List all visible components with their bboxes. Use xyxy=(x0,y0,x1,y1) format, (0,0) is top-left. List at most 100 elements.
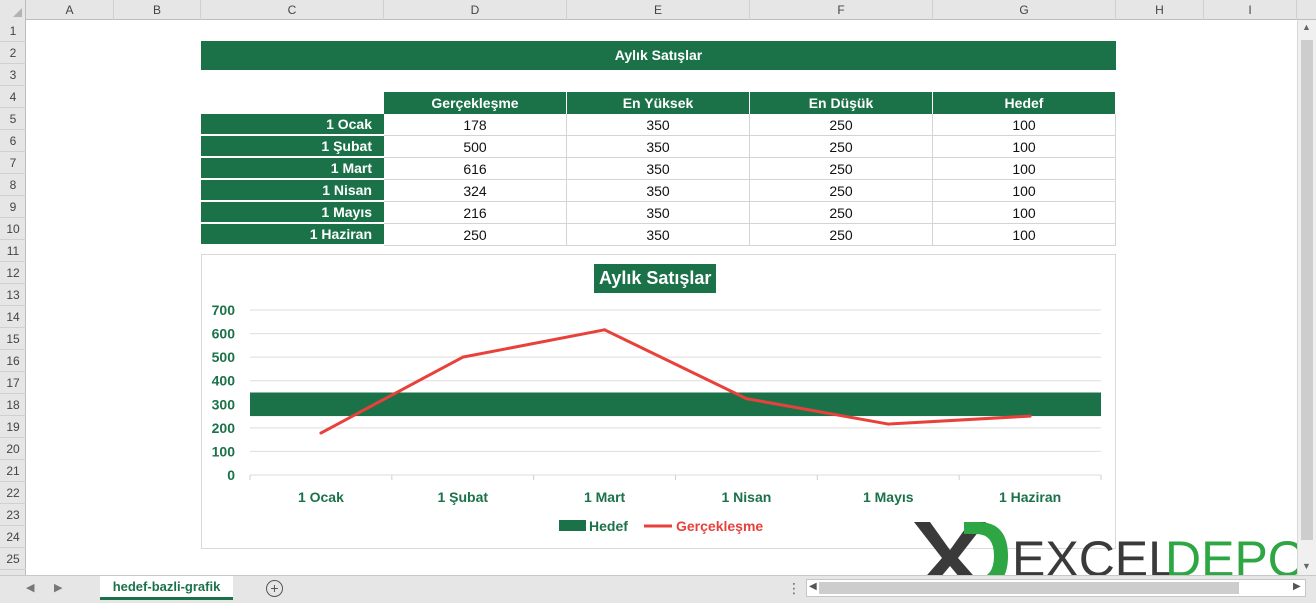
select-all-button[interactable] xyxy=(0,0,26,20)
table-cell[interactable]: 100 xyxy=(933,202,1116,224)
data-point[interactable] xyxy=(886,422,890,426)
row-header-9[interactable]: 9 xyxy=(0,196,26,218)
row-header-18[interactable]: 18 xyxy=(0,394,26,416)
row-header-8[interactable]: 8 xyxy=(0,174,26,196)
row-header-5[interactable]: 5 xyxy=(0,108,26,130)
sheet-tab-hedef-bazli-grafik[interactable]: hedef-bazli-grafik xyxy=(100,576,233,600)
table-cell[interactable]: 250 xyxy=(750,202,933,224)
row-header-17[interactable]: 17 xyxy=(0,372,26,394)
sheet-tab-bar: ◀ ▶ hedef-bazli-grafik + ⋮ ◀ ▶ xyxy=(0,575,1316,603)
row-label[interactable]: 1 Ocak xyxy=(201,114,384,135)
add-sheet-button[interactable]: + xyxy=(266,580,283,597)
table-cell[interactable]: 100 xyxy=(933,224,1116,246)
row-header-bar: 1 2 3 4 5 6 7 8 9 10 11 12 13 14 15 16 17 18 19 20 21 22 23 24 2… xyxy=(0,20,26,575)
header-gerceklesme[interactable]: Gerçekleşme xyxy=(384,92,567,114)
scroll-down-icon[interactable]: ▼ xyxy=(1302,561,1311,571)
table-cell[interactable]: 250 xyxy=(750,224,933,246)
data-point[interactable] xyxy=(603,328,607,332)
table-cell[interactable]: 100 xyxy=(933,180,1116,202)
table-cell[interactable]: 100 xyxy=(933,114,1116,136)
row-header-1[interactable]: 1 xyxy=(0,20,26,42)
table-cell[interactable]: 250 xyxy=(750,114,933,136)
sheet-title-cell[interactable]: Aylık Satışlar xyxy=(201,41,1116,70)
row-header-15[interactable]: 15 xyxy=(0,328,26,350)
column-header-h[interactable]: H xyxy=(1116,0,1204,20)
table-cell[interactable]: 100 xyxy=(933,136,1116,158)
table-cell[interactable]: 250 xyxy=(750,136,933,158)
header-en-yuksek[interactable]: En Yüksek xyxy=(567,92,750,114)
column-header-g[interactable]: G xyxy=(933,0,1116,20)
table-cell[interactable]: 350 xyxy=(567,180,750,202)
row-header-4[interactable]: 4 xyxy=(0,86,26,108)
next-sheet-icon[interactable]: ▶ xyxy=(54,581,62,594)
row-header-23[interactable]: 23 xyxy=(0,504,26,526)
sales-chart[interactable]: Aylık Satışlar 0 100 200 300 400 500 600 700 1 O… xyxy=(201,254,1116,549)
scroll-up-icon[interactable]: ▲ xyxy=(1302,22,1311,32)
row-header-12[interactable]: 12 xyxy=(0,262,26,284)
row-header-2[interactable]: 2 xyxy=(0,42,26,64)
row-header-3[interactable]: 3 xyxy=(0,64,26,86)
table-cell[interactable]: 616 xyxy=(384,158,567,180)
row-label[interactable]: 1 Şubat xyxy=(201,136,384,157)
data-point[interactable] xyxy=(1028,414,1032,418)
row-label[interactable]: 1 Nisan xyxy=(201,180,384,201)
header-hedef[interactable]: Hedef xyxy=(933,92,1116,114)
table-cell[interactable]: 250 xyxy=(750,180,933,202)
row-header-21[interactable]: 21 xyxy=(0,460,26,482)
column-header-b[interactable]: B xyxy=(114,0,201,20)
row-label[interactable]: 1 Mayıs xyxy=(201,202,384,223)
data-point[interactable] xyxy=(744,397,748,401)
row-header-24[interactable]: 24 xyxy=(0,526,26,548)
row-header-6[interactable]: 6 xyxy=(0,130,26,152)
row-header-22[interactable]: 22 xyxy=(0,482,26,504)
row-header-13[interactable]: 13 xyxy=(0,284,26,306)
y-tick-label: 0 xyxy=(227,467,235,483)
y-tick-label: 200 xyxy=(212,420,236,436)
scroll-left-icon[interactable]: ◀ xyxy=(809,581,817,592)
legend-swatch-hedef xyxy=(559,520,586,531)
table-cell[interactable]: 324 xyxy=(384,180,567,202)
tab-options-icon[interactable]: ⋮ xyxy=(787,580,801,597)
horizontal-scrollbar[interactable]: ◀ ▶ xyxy=(806,579,1306,597)
horizontal-scroll-thumb[interactable] xyxy=(819,582,1239,594)
vertical-scroll-thumb[interactable] xyxy=(1301,40,1313,540)
vertical-scrollbar[interactable]: ▲ ▼ xyxy=(1297,20,1316,575)
table-cell[interactable]: 350 xyxy=(567,202,750,224)
table-cell[interactable]: 350 xyxy=(567,114,750,136)
data-point[interactable] xyxy=(319,431,323,435)
column-header-d[interactable]: D xyxy=(384,0,567,20)
table-cell[interactable]: 178 xyxy=(384,114,567,136)
column-header-f[interactable]: F xyxy=(750,0,933,20)
row-label[interactable]: 1 Haziran xyxy=(201,224,384,245)
scroll-right-icon[interactable]: ▶ xyxy=(1293,581,1301,592)
row-header-10[interactable]: 10 xyxy=(0,218,26,240)
table-cell[interactable]: 350 xyxy=(567,224,750,246)
column-header-c[interactable]: C xyxy=(201,0,384,20)
header-en-dusuk[interactable]: En Düşük xyxy=(750,92,933,114)
row-header-11[interactable]: 11 xyxy=(0,240,26,262)
worksheet-grid[interactable]: Aylık Satışlar Gerçekleşme En Yüksek En … xyxy=(26,20,1297,575)
row-header-19[interactable]: 19 xyxy=(0,416,26,438)
table-cell[interactable]: 350 xyxy=(567,136,750,158)
row-header-25[interactable]: 25 xyxy=(0,548,26,570)
table-cell[interactable]: 500 xyxy=(384,136,567,158)
table-cell[interactable]: 100 xyxy=(933,158,1116,180)
y-tick-label: 700 xyxy=(212,302,236,318)
table-cell[interactable]: 250 xyxy=(750,158,933,180)
table-cell[interactable]: 216 xyxy=(384,202,567,224)
row-header-20[interactable]: 20 xyxy=(0,438,26,460)
column-header-a[interactable]: A xyxy=(26,0,114,20)
column-header-i[interactable]: I xyxy=(1204,0,1297,20)
y-tick-label: 500 xyxy=(212,349,236,365)
prev-sheet-icon[interactable]: ◀ xyxy=(26,581,34,594)
column-header-e[interactable]: E xyxy=(567,0,750,20)
table-cell[interactable]: 350 xyxy=(567,158,750,180)
x-tick-label: 1 Haziran xyxy=(999,489,1061,505)
row-header-14[interactable]: 14 xyxy=(0,306,26,328)
row-header-16[interactable]: 16 xyxy=(0,350,26,372)
row-label[interactable]: 1 Mart xyxy=(201,158,384,179)
table-cell[interactable]: 250 xyxy=(384,224,567,246)
series-line-0[interactable] xyxy=(320,328,1031,435)
data-point[interactable] xyxy=(461,355,465,359)
row-header-7[interactable]: 7 xyxy=(0,152,26,174)
